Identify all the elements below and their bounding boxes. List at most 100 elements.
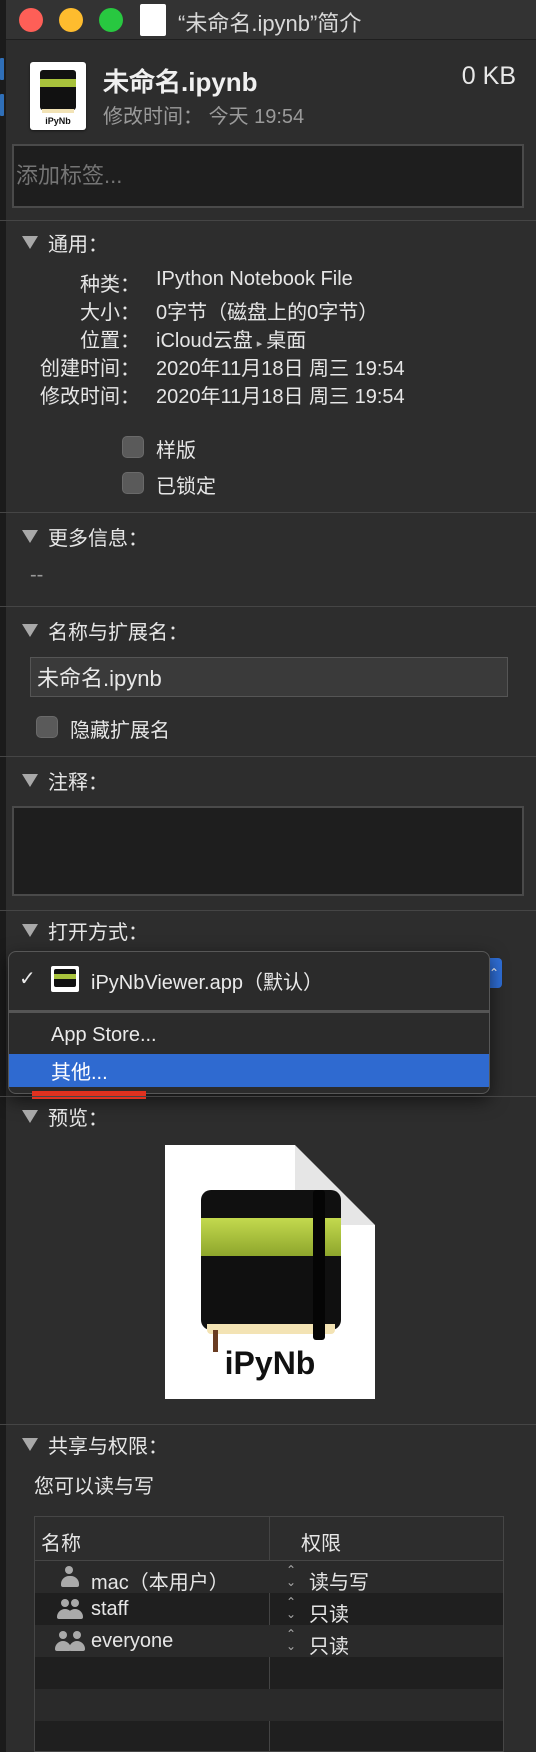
info-label: 位置：: [80, 330, 140, 352]
privilege-value[interactable]: 读与写: [309, 1566, 369, 1595]
stationery-checkbox[interactable]: [122, 436, 144, 458]
info-value: 0字节（磁盘上的0字节）: [156, 302, 379, 324]
path-item: 桌面: [266, 330, 307, 352]
privilege-stepper-icon[interactable]: ⌃ ⌄: [285, 1564, 297, 1588]
privilege-stepper-icon[interactable]: ⌃ ⌄: [285, 1596, 297, 1620]
hide-extension-label: 隐藏扩展名: [70, 720, 170, 742]
menu-item-other[interactable]: 其他...: [9, 1054, 489, 1087]
info-row-modified: 修改时间： 2020年11月18日 周三 19:54: [0, 380, 536, 408]
user-name: staff: [91, 1598, 129, 1620]
close-button[interactable]: [19, 8, 43, 32]
modified-line: 修改时间： 今天 19:54: [103, 100, 304, 129]
menu-item-label: 其他...: [51, 1062, 108, 1084]
notebook-icon: [40, 70, 76, 113]
section-title: 名称与扩展名：: [48, 622, 188, 644]
disclosure-triangle-icon[interactable]: [22, 236, 38, 249]
stationery-label: 样版: [156, 440, 196, 462]
path-arrow-icon: ▸: [256, 338, 263, 350]
menu-item-label: iPyNbViewer.app（默认）: [91, 972, 323, 994]
comments-textarea[interactable]: [12, 806, 524, 896]
section-title: 通用：: [48, 234, 108, 256]
file-name-input[interactable]: [30, 657, 508, 697]
modified-value: 今天 19:54: [208, 106, 305, 128]
locked-label: 已锁定: [156, 476, 216, 498]
column-header-name[interactable]: 名称: [41, 1527, 81, 1556]
section-title: 更多信息：: [48, 528, 148, 550]
disclosure-triangle-icon[interactable]: [22, 1438, 38, 1451]
user-name: everyone: [91, 1630, 174, 1652]
section-open-with-header[interactable]: 打开方式：: [22, 916, 148, 945]
user-name: mac（本用户）: [91, 1572, 229, 1594]
icon-label: iPyNb: [45, 116, 71, 126]
section-name-ext-header[interactable]: 名称与扩展名：: [22, 616, 188, 645]
file-name: 未命名.ipynb: [103, 67, 258, 97]
info-label: 种类：: [80, 274, 140, 296]
section-preview-header[interactable]: 预览：: [22, 1102, 108, 1131]
table-row-empty: [35, 1689, 503, 1721]
info-label: 创建时间：: [40, 358, 140, 380]
notebook-app-icon: [51, 966, 79, 992]
menu-item-app-store[interactable]: App Store...: [9, 1024, 489, 1054]
preview-label: iPyNb: [224, 1345, 316, 1381]
info-row-size: 大小： 0字节（磁盘上的0字节）: [0, 296, 536, 324]
section-title: 打开方式：: [48, 922, 148, 944]
group-icon: [55, 1599, 83, 1619]
divider: [0, 606, 536, 607]
disclosure-triangle-icon[interactable]: [22, 774, 38, 787]
disclosure-triangle-icon[interactable]: [22, 624, 38, 637]
location-path: iCloud云盘 ▸ 桌面: [156, 324, 306, 353]
disclosure-triangle-icon[interactable]: [22, 530, 38, 543]
info-value: IPython Notebook File: [156, 268, 353, 290]
divider: [0, 512, 536, 513]
info-window: “未命名.ipynb”简介 iPyNb 未命名.ipynb 0 KB 修改时间：…: [0, 0, 536, 1752]
menu-item-default-app[interactable]: ✓ iPyNbViewer.app（默认）: [9, 952, 489, 1008]
divider: [0, 910, 536, 911]
notebook-file-icon: iPyNb: [30, 62, 86, 130]
privilege-value[interactable]: 只读: [309, 1630, 349, 1659]
table-row[interactable]: mac（本用户） ⌃ ⌄ 读与写: [35, 1561, 503, 1595]
info-row-where: 位置： iCloud云盘 ▸ 桌面: [0, 324, 536, 353]
annotation-underline: [32, 1091, 146, 1099]
user-icon: [55, 1566, 83, 1587]
disclosure-triangle-icon[interactable]: [22, 924, 38, 937]
divider: [0, 1424, 536, 1425]
notebook-icon: [201, 1190, 341, 1352]
section-more-info-header[interactable]: 更多信息：: [22, 522, 148, 551]
info-row-kind: 种类： IPython Notebook File: [0, 268, 536, 296]
info-label: 大小：: [80, 302, 140, 324]
section-title: 共享与权限：: [48, 1436, 168, 1458]
permissions-table: 名称 权限 mac（本用户） ⌃ ⌄ 读与写 staff ⌃ ⌄ 只读 everyo…: [34, 1516, 504, 1752]
minimize-button[interactable]: [59, 8, 83, 32]
table-row[interactable]: staff ⌃ ⌄ 只读: [35, 1593, 503, 1627]
menu-item-label: App Store...: [51, 1024, 157, 1046]
info-label: 修改时间：: [40, 386, 140, 408]
column-header-privilege[interactable]: 权限: [301, 1527, 341, 1556]
menu-separator: [9, 1010, 489, 1013]
preview-image: iPyNb: [165, 1145, 375, 1399]
notebook-file-icon: [140, 4, 166, 36]
section-comments-header[interactable]: 注释：: [22, 766, 108, 795]
info-row-created: 创建时间： 2020年11月18日 周三 19:54: [0, 352, 536, 380]
section-sharing-header[interactable]: 共享与权限：: [22, 1430, 168, 1459]
file-size: 0 KB: [461, 62, 516, 90]
locked-checkbox[interactable]: [122, 472, 144, 494]
info-value: 2020年11月18日 周三 19:54: [156, 358, 405, 380]
section-title: 预览：: [48, 1108, 108, 1130]
privilege-value[interactable]: 只读: [309, 1598, 349, 1627]
privilege-stepper-icon[interactable]: ⌃ ⌄: [285, 1628, 297, 1652]
open-with-menu[interactable]: ✓ iPyNbViewer.app（默认） App Store... 其他...: [8, 951, 490, 1094]
hide-extension-checkbox[interactable]: [36, 716, 58, 738]
table-row[interactable]: everyone ⌃ ⌄ 只读: [35, 1625, 503, 1659]
everyone-icon: [55, 1631, 85, 1651]
more-info-value: --: [30, 564, 44, 586]
zoom-button[interactable]: [99, 8, 123, 32]
info-value: 2020年11月18日 周三 19:54: [156, 386, 405, 408]
table-row-empty: [35, 1721, 503, 1752]
window-title: “未命名.ipynb”简介: [178, 11, 362, 36]
disclosure-triangle-icon[interactable]: [22, 1110, 38, 1123]
section-general-header[interactable]: 通用：: [22, 228, 108, 257]
path-item: iCloud云盘: [156, 330, 253, 352]
title-bar[interactable]: “未命名.ipynb”简介: [0, 0, 536, 40]
tags-input[interactable]: [12, 144, 524, 208]
modified-label: 修改时间：: [103, 106, 203, 128]
